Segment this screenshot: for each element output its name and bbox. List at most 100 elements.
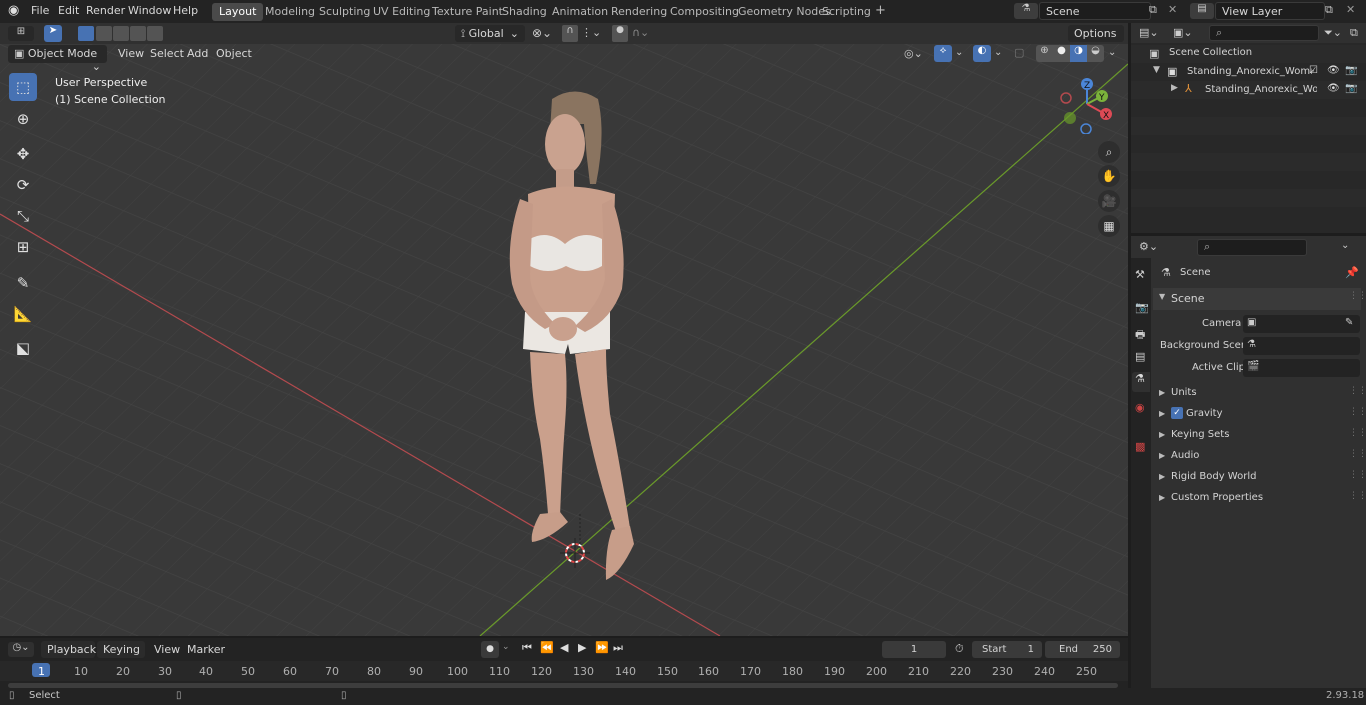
- zoom-icon[interactable]: ⌕: [1098, 141, 1120, 163]
- jump-keyframe-back-icon[interactable]: ⏪: [540, 641, 554, 654]
- scene-tab-icon[interactable]: ⚗: [1132, 372, 1150, 392]
- ortho-grid-icon[interactable]: ▦: [1098, 215, 1120, 237]
- snap-target-icon[interactable]: ⋮⌄: [581, 26, 601, 39]
- drag-handle-icon[interactable]: ⋮⋮: [1349, 291, 1366, 301]
- proportional-falloff-icon[interactable]: ∩⌄: [632, 26, 649, 39]
- overlays-dropdown-icon[interactable]: ⌄: [994, 47, 1002, 58]
- custom-properties-panel-header[interactable]: ▶ Custom Properties ⋮⋮: [1153, 489, 1366, 509]
- units-panel-header[interactable]: ▶ Units ⋮⋮: [1153, 384, 1366, 404]
- add-workspace-button[interactable]: +: [868, 3, 893, 21]
- jump-start-icon[interactable]: ⏮: [522, 641, 532, 655]
- timeline-marker-menu[interactable]: Marker: [187, 643, 225, 656]
- wireframe-shading-icon[interactable]: ⊕: [1036, 45, 1053, 62]
- close-view-layer-icon[interactable]: ✕: [1346, 3, 1355, 16]
- menu-add[interactable]: Add: [187, 47, 208, 60]
- timeline-view-menu[interactable]: View: [154, 643, 180, 656]
- scale-tool-icon[interactable]: ⤡: [9, 202, 37, 230]
- annotate-tool-icon[interactable]: ✎: [9, 269, 37, 297]
- move-tool-icon[interactable]: ✥: [9, 140, 37, 168]
- expand-chevron-icon[interactable]: ▼: [1153, 65, 1160, 75]
- copy-scene-icon[interactable]: ⧉: [1149, 3, 1157, 17]
- menu-render[interactable]: Render: [86, 4, 125, 17]
- exclude-checkbox-icon[interactable]: ☑: [1309, 65, 1318, 76]
- scene-selector-icon[interactable]: ⚗: [1014, 3, 1038, 19]
- gizmo-toggle-icon[interactable]: ⟡: [934, 45, 952, 62]
- playback-menu[interactable]: Playback⌄: [41, 641, 96, 669]
- menu-select[interactable]: Select: [150, 47, 184, 60]
- solid-shading-icon[interactable]: ●: [1053, 45, 1070, 62]
- rotate-tool-icon[interactable]: ⟳: [9, 171, 37, 199]
- camera-view-icon[interactable]: 🎥: [1098, 190, 1120, 212]
- material-preview-shading-icon[interactable]: ◑: [1070, 45, 1087, 62]
- view-layer-icon[interactable]: ▤: [1190, 3, 1214, 19]
- visibility-eye-icon[interactable]: 👁: [1327, 83, 1340, 94]
- transform-orientation-dropdown[interactable]: ⟟ Global ⌄: [455, 25, 525, 42]
- timeline-editor-type-icon[interactable]: ◷⌄: [8, 642, 34, 657]
- visibility-eye-icon[interactable]: 👁: [1327, 65, 1340, 76]
- view-layer-field[interactable]: View Layer: [1215, 2, 1325, 20]
- editor-type-icon[interactable]: ⊞: [8, 26, 34, 41]
- eyedropper-icon[interactable]: ✎: [1345, 317, 1353, 328]
- pivot-point-icon[interactable]: ⊗⌄: [532, 26, 552, 40]
- render-camera-icon[interactable]: 📷: [1345, 83, 1357, 94]
- navigation-gizmo[interactable]: Z Y X: [1055, 74, 1115, 134]
- audio-panel-header[interactable]: ▶ Audio ⋮⋮: [1153, 447, 1366, 467]
- outliner-editor-type-icon[interactable]: ▤⌄: [1139, 26, 1159, 39]
- gravity-checkbox[interactable]: ✓: [1171, 407, 1183, 419]
- add-cube-tool-icon[interactable]: ⬕: [9, 334, 37, 362]
- filter-icon[interactable]: ⏷⌄: [1324, 26, 1342, 40]
- menu-edit[interactable]: Edit: [58, 4, 79, 17]
- properties-editor-type-icon[interactable]: ⚙⌄: [1139, 240, 1158, 253]
- pan-hand-icon[interactable]: ✋: [1098, 165, 1120, 187]
- drag-handle-icon[interactable]: ⋮⋮: [1349, 428, 1366, 438]
- select-box-tool-icon[interactable]: ⬚: [9, 73, 37, 101]
- output-tab-icon[interactable]: 🖶: [1135, 326, 1145, 345]
- view-layer-tab-icon[interactable]: ▤: [1135, 350, 1145, 363]
- xray-toggle-icon[interactable]: ▢: [1014, 46, 1024, 59]
- auto-keying-icon[interactable]: ●: [481, 641, 499, 658]
- jump-keyframe-forward-icon[interactable]: ⏩: [595, 641, 609, 654]
- tab-layout[interactable]: Layout: [212, 3, 264, 21]
- menu-object[interactable]: Object: [216, 47, 252, 60]
- keying-sets-panel-header[interactable]: ▶ Keying Sets ⋮⋮: [1153, 426, 1366, 446]
- object-mode-dropdown[interactable]: ▣ Object Mode ⌄: [8, 45, 107, 73]
- keying-dropdown-icon[interactable]: ⌄: [502, 642, 510, 652]
- end-frame-field[interactable]: End 250: [1045, 641, 1120, 658]
- properties-search-input[interactable]: ⌕: [1197, 239, 1307, 256]
- preview-range-icon[interactable]: ⏱: [955, 642, 964, 656]
- visibility-icon[interactable]: ◎⌄: [904, 47, 923, 60]
- jump-end-icon[interactable]: ⏭: [613, 641, 623, 655]
- outliner-row-object[interactable]: ▶ ⅄ Standing_Anorexic_Wom 👁 📷: [1131, 81, 1366, 99]
- outliner-row-root[interactable]: ▣ Scene Collection: [1131, 45, 1366, 63]
- play-icon[interactable]: ▶: [578, 641, 586, 654]
- display-mode-icon[interactable]: ▣⌄: [1173, 26, 1193, 39]
- active-clip-field[interactable]: 🎬: [1243, 359, 1360, 377]
- select-mode-extend-icon[interactable]: [96, 26, 112, 41]
- texture-tab-icon[interactable]: ▩: [1135, 440, 1145, 453]
- close-scene-icon[interactable]: ✕: [1168, 3, 1177, 16]
- expand-chevron-icon[interactable]: ▶: [1171, 83, 1178, 93]
- overlays-toggle-icon[interactable]: ◐: [973, 45, 991, 62]
- copy-view-layer-icon[interactable]: ⧉: [1325, 3, 1333, 17]
- transform-tool-icon[interactable]: ⊞: [9, 233, 37, 261]
- current-frame-field[interactable]: 1: [882, 641, 946, 658]
- select-mode-new-icon[interactable]: [78, 26, 94, 41]
- drag-handle-icon[interactable]: ⋮⋮: [1349, 449, 1366, 459]
- menu-file[interactable]: File: [31, 4, 49, 17]
- select-mode-invert-icon[interactable]: [130, 26, 146, 41]
- select-tool-icon[interactable]: ➤: [44, 25, 62, 42]
- shading-dropdown-icon[interactable]: ⌄: [1108, 47, 1116, 58]
- 3d-viewport[interactable]: User Perspective (1) Scene Collection ⬚ …: [0, 44, 1128, 636]
- outliner-row-collection[interactable]: ▼ ▣ Standing_Anorexic_Woman_C ☑ 👁 📷: [1131, 63, 1366, 81]
- rigid-body-world-panel-header[interactable]: ▶ Rigid Body World ⋮⋮: [1153, 468, 1366, 488]
- scene-section-header[interactable]: ▼ Scene ⋮⋮: [1153, 288, 1366, 310]
- measure-tool-icon[interactable]: 📐: [9, 300, 37, 328]
- drag-handle-icon[interactable]: ⋮⋮: [1349, 407, 1366, 417]
- menu-view[interactable]: View: [118, 47, 144, 60]
- scene-name-field[interactable]: Scene: [1039, 2, 1151, 20]
- drag-handle-icon[interactable]: ⋮⋮: [1349, 470, 1366, 480]
- start-frame-field[interactable]: Start 1: [972, 641, 1042, 658]
- gravity-panel-header[interactable]: ▶ ✓ Gravity ⋮⋮: [1153, 405, 1366, 425]
- snap-icon[interactable]: ∩: [562, 25, 578, 42]
- background-scene-field[interactable]: ⚗: [1243, 337, 1360, 355]
